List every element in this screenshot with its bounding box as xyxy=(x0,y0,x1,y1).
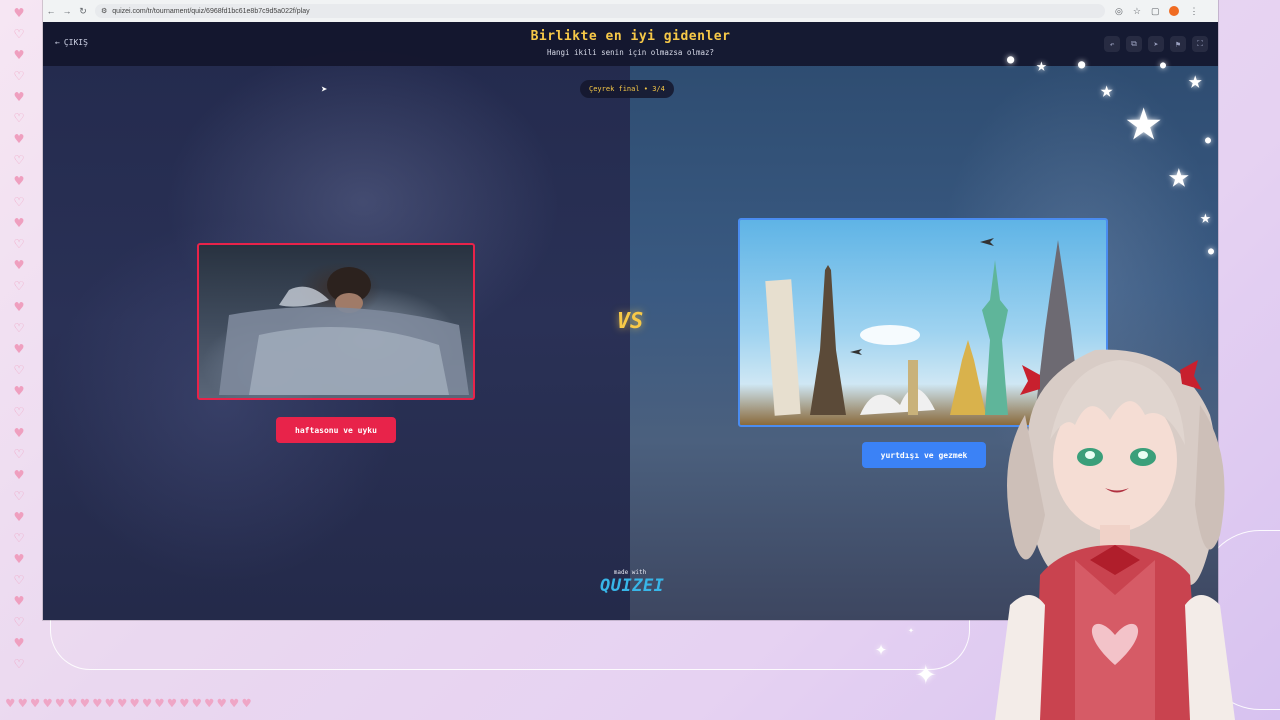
dot-icon: ● xyxy=(1205,135,1212,146)
sparkle-icon: ✦ xyxy=(908,625,915,636)
star-icon: ★ xyxy=(1125,82,1163,155)
left-choice-image[interactable] xyxy=(197,243,475,400)
eye-off-icon[interactable]: ◎ xyxy=(1115,6,1123,17)
bookmark-star-icon[interactable]: ☆ xyxy=(1133,6,1141,17)
brand-logo: QUIZEI xyxy=(600,576,665,596)
right-choice-button[interactable]: yurtdışı ve gezmek xyxy=(862,442,986,468)
vs-lightning-icon: VS xyxy=(616,308,644,334)
dot-icon: ● xyxy=(1160,60,1167,71)
sparkle-icon: ✦ xyxy=(875,636,888,660)
back-icon[interactable]: ← xyxy=(43,6,59,16)
send-icon[interactable]: ➤ xyxy=(1148,36,1164,52)
star-icon: ★ xyxy=(1100,78,1114,103)
share-icon[interactable]: ⧉ xyxy=(1126,36,1142,52)
decorative-heart-border-bottom: ♥ ♥ ♥ ♥ ♥ ♥ ♥ ♥ ♥ ♥ ♥ ♥ ♥ ♥ ♥ ♥ ♥ ♥ ♥ ♥ xyxy=(6,696,251,712)
left-choice-button[interactable]: haftasonu ve uyku xyxy=(276,417,396,443)
sparkle-icon: ✦ xyxy=(915,652,937,693)
profile-avatar[interactable] xyxy=(1169,6,1180,16)
star-icon: ★ xyxy=(1168,155,1190,196)
flag-icon[interactable]: ⚑ xyxy=(1170,36,1186,52)
address-bar[interactable]: ⚙ quizei.com/tr/tournament/quiz/6968fd1b… xyxy=(95,4,1105,18)
browser-toolbar: ← → ↻ ⚙ quizei.com/tr/tournament/quiz/69… xyxy=(43,0,1218,22)
made-with-text: made with xyxy=(613,569,647,576)
decorative-heart-border: ♥ ♡ ♥ ♡ ♥ ♡ ♥ ♡ ♥ ♡ ♥ ♡ ♥ ♡ ♥ ♡ ♥ ♡ ♥ ♡ ♥ ♡ ♥ ♡ ♥ ♡ ♥ ♡ ♥ ♡ ♥ ♡ xyxy=(14,4,24,673)
menu-icon[interactable]: ⋮ xyxy=(1189,6,1198,17)
fullscreen-icon[interactable]: ⛶ xyxy=(1192,36,1208,52)
streamer-avatar xyxy=(995,345,1235,720)
undo-icon[interactable]: ↶ xyxy=(1104,36,1120,52)
star-icon: ★ xyxy=(1188,66,1203,94)
site-info-icon[interactable]: ⚙ xyxy=(101,7,107,15)
made-with-badge[interactable]: made with QUIZEI xyxy=(600,569,665,596)
dot-icon: ● xyxy=(1078,57,1086,71)
dot-icon: ● xyxy=(1208,246,1215,257)
mouse-cursor-icon: ➤ xyxy=(321,83,328,96)
sleeping-person-illustration xyxy=(219,267,469,395)
round-badge: Çeyrek final • 3/4 xyxy=(580,80,674,98)
reload-icon[interactable]: ↻ xyxy=(75,6,91,17)
extensions-icon[interactable]: ▢ xyxy=(1151,6,1160,17)
forward-icon[interactable]: → xyxy=(59,6,75,16)
page-title: Birlikte en iyi gidenler xyxy=(530,29,731,44)
star-icon: ★ xyxy=(1036,55,1047,76)
dot-icon: ● xyxy=(1007,52,1015,66)
url-text: quizei.com/tr/tournament/quiz/6968fd1bc6… xyxy=(112,7,310,15)
star-icon: ★ xyxy=(1200,207,1211,228)
